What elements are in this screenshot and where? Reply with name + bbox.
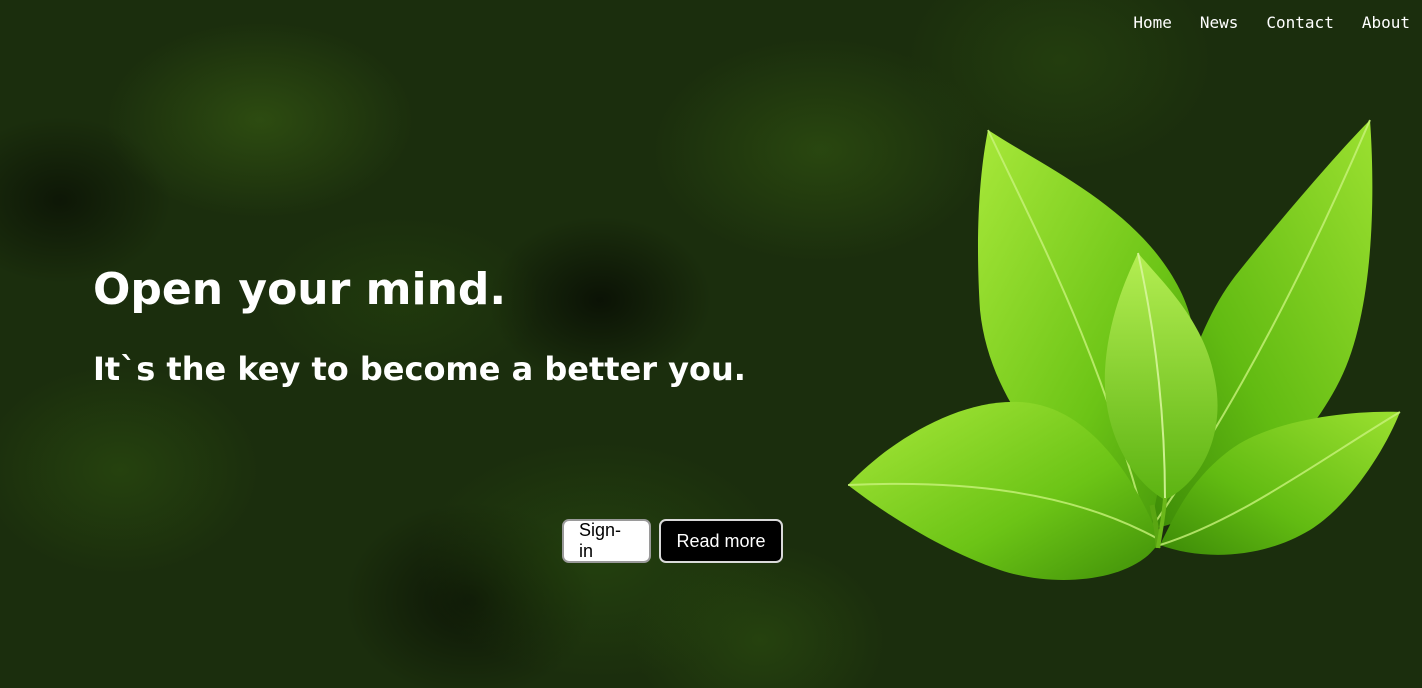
- landing-page: Home News Contact About Open your mind. …: [0, 0, 1422, 688]
- hero-buttons: Sign-in Read more: [562, 519, 783, 563]
- nav-news-link[interactable]: News: [1200, 13, 1239, 32]
- hero-subline: It`s the key to become a better you.: [93, 350, 746, 388]
- read-more-button[interactable]: Read more: [659, 519, 783, 563]
- hero-headline: Open your mind.: [93, 264, 507, 315]
- top-nav: Home News Contact About: [1133, 13, 1410, 32]
- green-leaves-icon: [847, 119, 1401, 580]
- sign-in-button[interactable]: Sign-in: [562, 519, 651, 563]
- nav-contact-link[interactable]: Contact: [1266, 13, 1333, 32]
- nav-home-link[interactable]: Home: [1133, 13, 1172, 32]
- nav-about-link[interactable]: About: [1362, 13, 1410, 32]
